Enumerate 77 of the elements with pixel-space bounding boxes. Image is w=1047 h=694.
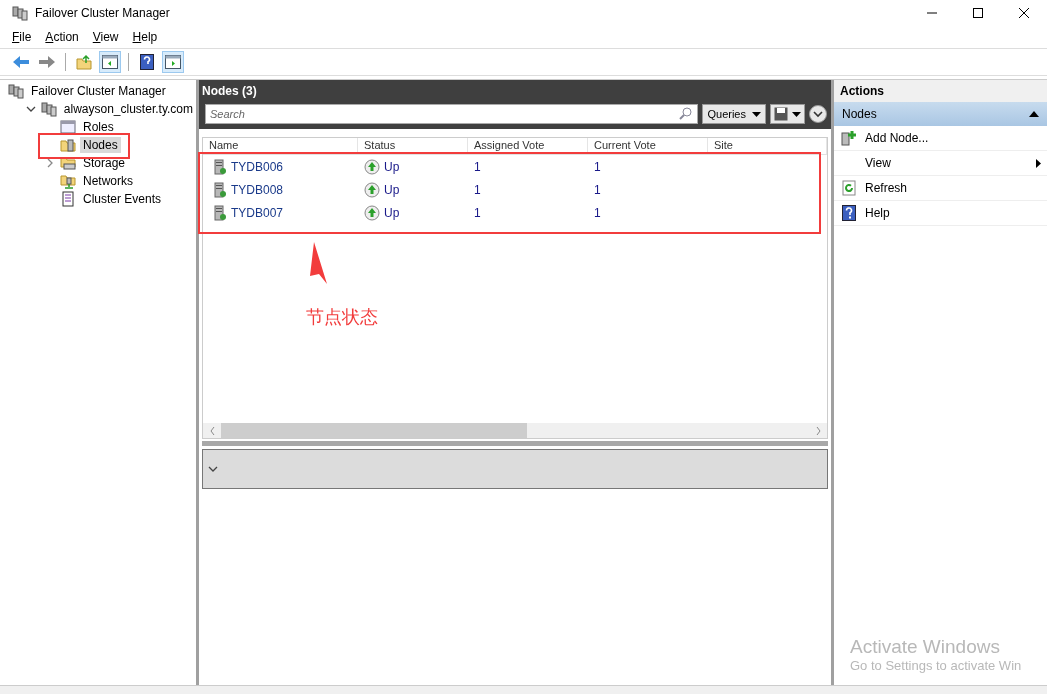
chevron-down-icon <box>813 110 823 118</box>
server-icon <box>213 158 227 175</box>
actions-title: Actions <box>834 80 1047 102</box>
save-icon <box>774 107 788 121</box>
server-icon <box>213 204 227 221</box>
folder-network-icon <box>60 173 76 189</box>
activation-title: Activate Windows <box>850 636 1001 658</box>
column-header[interactable]: Current Vote <box>588 138 708 154</box>
node-name[interactable]: TYDB007 <box>231 205 284 220</box>
refresh-icon <box>841 180 856 196</box>
window-icon <box>60 119 76 135</box>
collapse-arrow-icon <box>1029 111 1039 117</box>
table-cell: 1 <box>594 205 601 220</box>
table-cell: 1 <box>474 159 481 174</box>
task-link[interactable]: Help <box>834 201 1047 226</box>
column-header[interactable]: Site <box>708 138 827 154</box>
tree-item[interactable]: Failover Cluster Manager <box>28 83 169 99</box>
scroll-right-icon[interactable] <box>815 426 821 435</box>
activation-message: Go to Settings to activate Win <box>850 658 1022 673</box>
close-icon <box>1019 8 1029 18</box>
event-log-icon <box>60 191 76 207</box>
submenu-arrow-icon <box>1036 158 1041 168</box>
add-server-icon <box>840 130 857 146</box>
search-field[interactable]: Search <box>205 104 699 124</box>
console-tree-button[interactable] <box>99 51 121 73</box>
pane-title: Nodes (3) <box>199 80 831 102</box>
annotation-label: 节点状态 <box>306 306 378 329</box>
search-icon <box>679 107 694 121</box>
server-icon <box>213 181 227 198</box>
menu-item[interactable]: File <box>12 30 32 44</box>
status-text: Up <box>384 182 400 197</box>
actions-section-header[interactable]: Nodes <box>834 102 1047 126</box>
task-link[interactable]: Refresh <box>834 176 1047 201</box>
expand-button[interactable] <box>809 105 827 123</box>
horizontal-scrollbar[interactable] <box>203 423 827 438</box>
table-cell: 1 <box>594 182 601 197</box>
annotation-arrow-icon <box>307 242 329 286</box>
status-text: Up <box>384 159 400 174</box>
table-cell: 1 <box>474 205 481 220</box>
window-title: Failover Cluster Manager <box>35 6 170 20</box>
column-header[interactable]: Name <box>203 138 358 154</box>
tree-item[interactable]: Roles <box>80 119 117 135</box>
tree-item[interactable]: alwayson_cluster.ty.com <box>60 101 196 117</box>
save-query-button[interactable] <box>770 104 805 124</box>
cluster-icon <box>12 5 28 21</box>
chevron-down-icon[interactable] <box>26 105 37 113</box>
node-name[interactable]: TYDB006 <box>231 159 284 174</box>
help-icon <box>841 205 856 221</box>
maximize-icon <box>973 8 983 18</box>
scroll-left-icon[interactable] <box>209 426 215 435</box>
node-name[interactable]: TYDB008 <box>231 182 284 197</box>
folder-server-icon <box>60 137 76 153</box>
status-up-icon <box>364 181 380 198</box>
table-cell: 1 <box>474 182 481 197</box>
tree-item[interactable]: Cluster Events <box>80 191 165 207</box>
column-header[interactable]: Status <box>358 138 468 154</box>
status-up-icon <box>364 158 380 175</box>
menu-item[interactable]: Action <box>45 30 79 44</box>
cluster-icon <box>8 83 24 99</box>
dropdown-arrow-icon <box>792 111 801 117</box>
action-pane-button[interactable] <box>162 51 184 73</box>
menu-item[interactable]: Help <box>132 30 158 44</box>
task-link[interactable]: View <box>834 151 1047 176</box>
tree-item[interactable]: Storage <box>80 155 129 171</box>
status-up-icon <box>364 204 380 221</box>
menu-item[interactable]: View <box>92 30 119 44</box>
status-text: Up <box>384 205 400 220</box>
queries-button[interactable]: Queries <box>702 104 766 124</box>
table-cell: 1 <box>594 159 601 174</box>
chevron-right-icon[interactable] <box>46 158 54 168</box>
tree-item[interactable]: Networks <box>80 173 136 189</box>
tree-item[interactable]: Nodes <box>80 137 121 153</box>
column-header[interactable]: Assigned Vote <box>468 138 588 154</box>
dropdown-arrow-icon <box>752 111 761 117</box>
chevron-down-icon[interactable] <box>208 465 218 473</box>
cluster-icon <box>40 101 57 117</box>
task-link[interactable]: Add Node... <box>834 126 1047 151</box>
